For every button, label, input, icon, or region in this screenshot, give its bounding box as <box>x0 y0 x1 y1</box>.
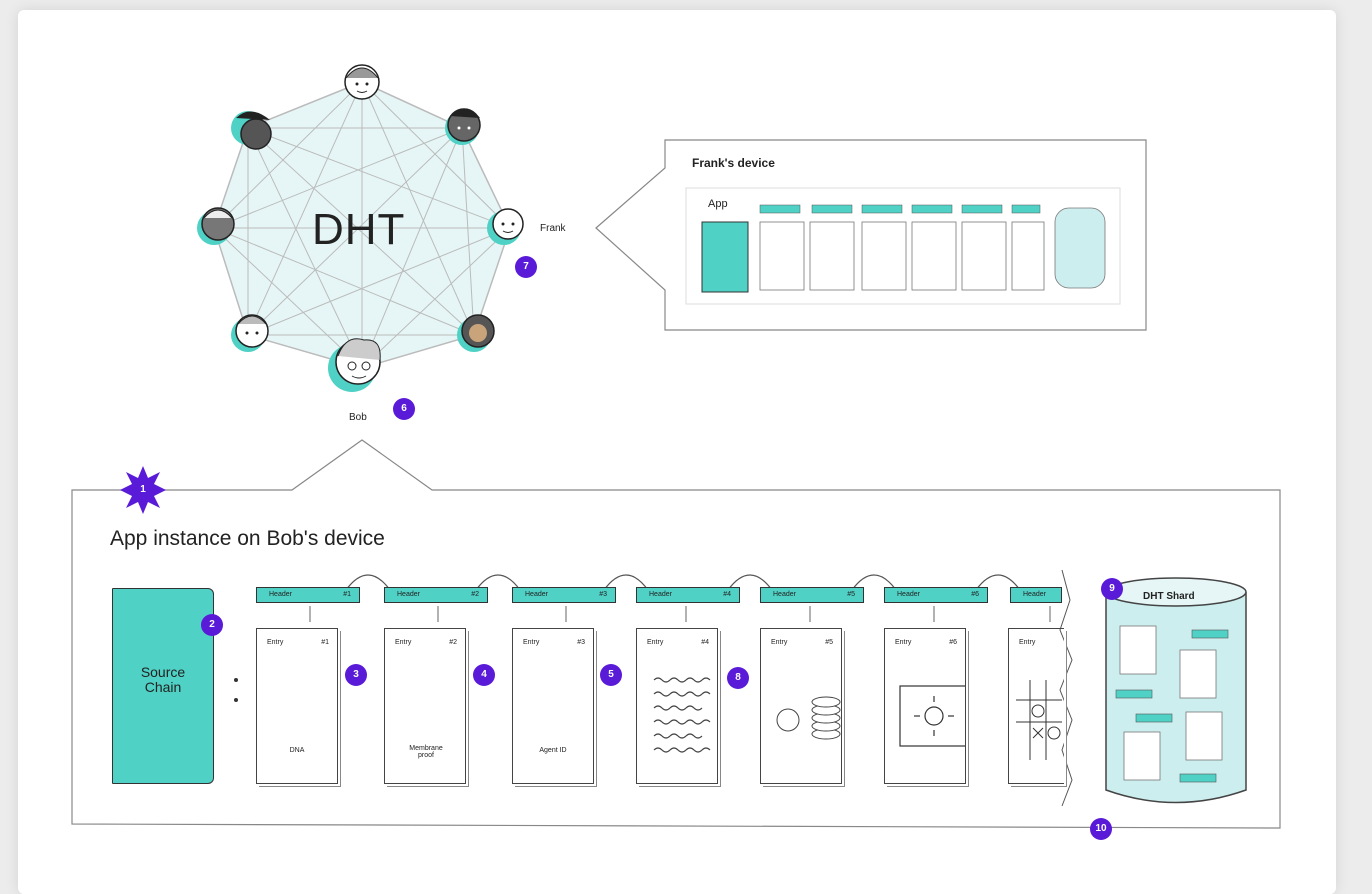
chain-dot <box>234 678 238 682</box>
header-entry-arrows <box>309 606 1051 622</box>
frank-app-label: App <box>708 198 728 210</box>
entry-card: Entry #1 DNA <box>256 628 338 784</box>
entry-card: Entry <box>1008 628 1064 784</box>
badge-2: 2 <box>201 614 223 636</box>
entry-caption: DNA <box>289 747 305 754</box>
peer-avatar-bottom-left <box>231 314 269 352</box>
entry-card: Entry #6 <box>884 628 966 784</box>
badge-10: 10 <box>1090 818 1112 840</box>
dht-shard-cylinder <box>1105 577 1247 804</box>
frank-source-chain <box>701 221 749 293</box>
badge-9: 9 <box>1101 578 1123 600</box>
entry-card: Entry #4 <box>636 628 718 784</box>
bob-device-title: App instance on Bob's device <box>110 527 385 550</box>
header-block: Header #4 <box>636 587 740 603</box>
dht-shard-title: DHT Shard <box>1143 591 1195 602</box>
badge-8: 8 <box>727 667 749 689</box>
badge-1: 1 <box>140 484 146 495</box>
entry-card: Entry #2 Membrane proof <box>384 628 466 784</box>
peer-label-bob: Bob <box>349 412 367 423</box>
entry-card: Entry #3 Agent ID <box>512 628 594 784</box>
dht-label: DHT <box>312 205 406 254</box>
header-block: Header #5 <box>760 587 864 603</box>
entry-card: Entry #5 <box>760 628 842 784</box>
header-block: Header #3 <box>512 587 616 603</box>
badge-4: 4 <box>473 664 495 686</box>
entry-caption: Agent ID <box>539 747 567 754</box>
source-chain-label: Source Chain <box>140 664 186 695</box>
header-block: Header #6 <box>884 587 988 603</box>
frank-mini-entries <box>759 221 1045 291</box>
entry-caption: Membrane proof <box>409 745 443 759</box>
frank-mini-dht-shard <box>1054 207 1106 289</box>
badge-7: 7 <box>515 256 537 278</box>
peer-label-frank: Frank <box>540 223 566 234</box>
source-chain-book: Source Chain <box>112 588 214 784</box>
badge-5: 5 <box>600 664 622 686</box>
peer-avatar-top-right <box>445 108 481 145</box>
peer-avatar-top <box>344 64 380 100</box>
peer-avatar-top-left <box>231 111 272 150</box>
badge-6: 6 <box>393 398 415 420</box>
chain-dot <box>234 698 238 702</box>
header-block: Header <box>1010 587 1062 603</box>
header-block: Header #1 <box>256 587 360 603</box>
badge-3: 3 <box>345 664 367 686</box>
frank-device-title: Frank's device <box>692 156 775 170</box>
header-block: Header #2 <box>384 587 488 603</box>
